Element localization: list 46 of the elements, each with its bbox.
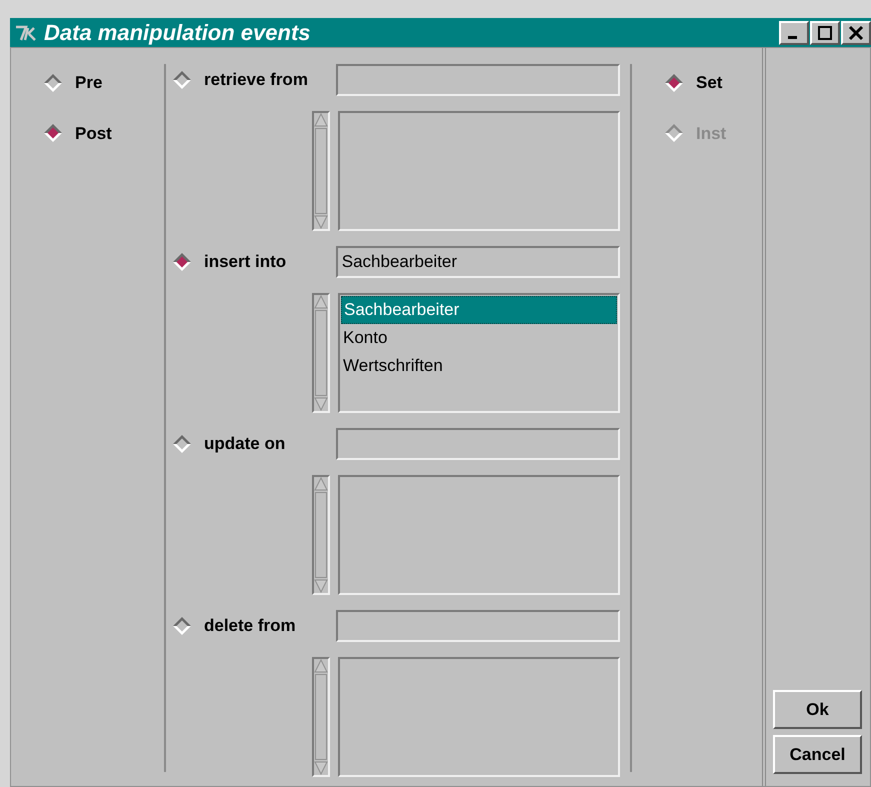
scroll-down-icon[interactable]: [314, 397, 328, 411]
radio-label: Set: [696, 72, 722, 94]
scrollbar[interactable]: [312, 293, 330, 413]
close-icon: [848, 24, 864, 40]
list-item[interactable]: Konto: [341, 324, 617, 352]
text-field[interactable]: [336, 428, 620, 460]
radio-label: Post: [75, 122, 112, 144]
cancel-button[interactable]: Cancel: [773, 735, 862, 774]
window-title: Data manipulation events: [44, 19, 311, 47]
minimize-icon: [788, 36, 796, 39]
minimize-button[interactable]: [779, 20, 809, 44]
radio-button[interactable]: [172, 616, 192, 636]
scroll-down-icon[interactable]: [314, 215, 328, 229]
radio-label: delete from: [204, 615, 296, 638]
radio-button[interactable]: [43, 72, 63, 93]
maximize-button[interactable]: [810, 20, 840, 44]
scrollbar[interactable]: [312, 657, 330, 777]
list-box[interactable]: [338, 657, 620, 777]
radio-button[interactable]: [172, 434, 192, 454]
text-field[interactable]: [336, 610, 620, 642]
list-box[interactable]: [338, 475, 620, 595]
list-item[interactable]: Wertschriften: [341, 352, 617, 380]
scrollbar[interactable]: [312, 475, 330, 595]
radio-label: update on: [204, 433, 286, 456]
maximize-icon: [817, 24, 833, 40]
scroll-down-icon[interactable]: [314, 579, 328, 593]
scrollbar[interactable]: [312, 111, 330, 231]
scroll-down-icon[interactable]: [314, 761, 328, 775]
list-item[interactable]: Sachbearbeiter: [341, 296, 617, 324]
radio-label: Pre: [75, 72, 102, 94]
scroll-up-icon[interactable]: [314, 659, 328, 673]
scroll-up-icon[interactable]: [314, 295, 328, 309]
list-box[interactable]: Sachbearbeiter Konto Wertschriften: [338, 293, 620, 413]
radio-button[interactable]: [664, 72, 684, 93]
radio-button[interactable]: [172, 252, 192, 272]
scroll-up-icon[interactable]: [314, 113, 328, 127]
radio-label: retrieve from: [204, 69, 308, 92]
list-box[interactable]: [338, 111, 620, 231]
close-button[interactable]: [841, 20, 871, 44]
radio-label: insert into: [204, 251, 286, 274]
radio-button[interactable]: [172, 70, 192, 90]
text-field[interactable]: [336, 64, 620, 96]
scroll-up-icon[interactable]: [314, 477, 328, 491]
ok-button[interactable]: Ok: [773, 690, 862, 729]
radio-button[interactable]: [43, 123, 63, 144]
text-field[interactable]: Sachbearbeiter: [336, 246, 620, 278]
